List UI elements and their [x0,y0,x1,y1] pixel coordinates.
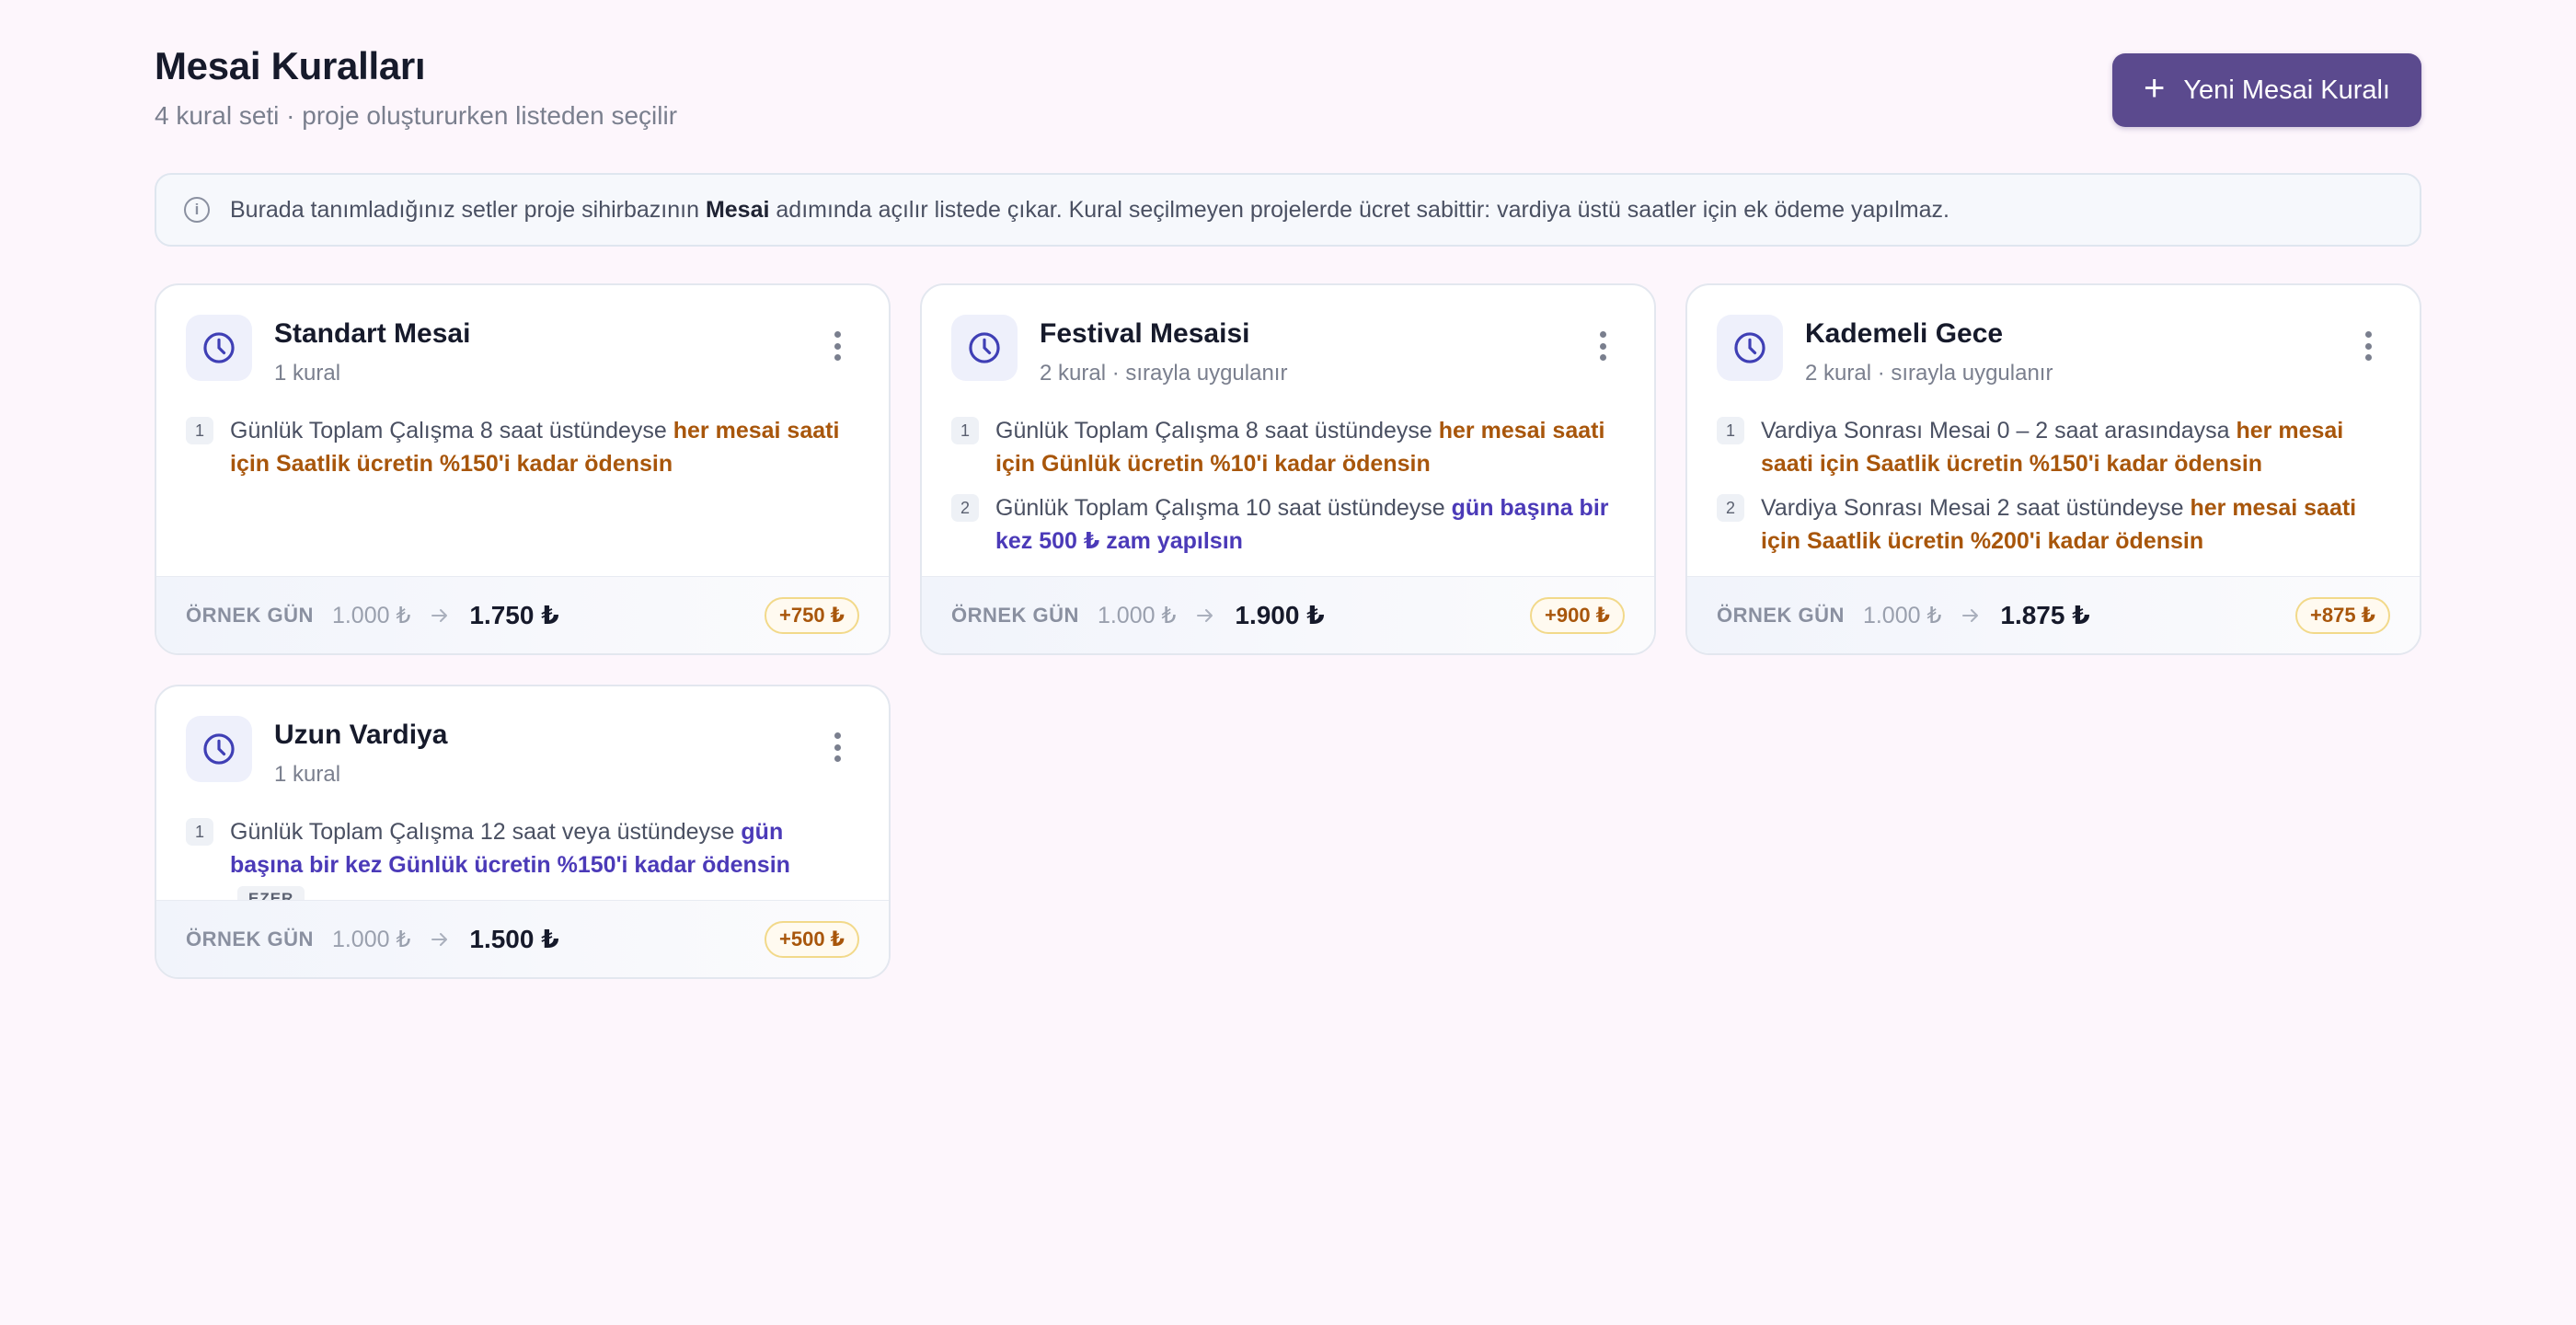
rule-number: 2 [951,494,979,522]
clock-icon [951,315,1018,381]
card-header: Kademeli Gece 2 kural · sırayla uygulanı… [1687,285,2420,414]
card-title: Standart Mesai [274,318,471,349]
example-day-footer: ÖRNEK GÜN 1.000 ₺ 1.875 ₺ +875 ₺ [1687,576,2420,653]
info-icon: i [184,197,210,223]
card-title: Kademeli Gece [1805,318,2004,349]
example-day-footer: ÖRNEK GÜN 1.000 ₺ 1.900 ₺ +900 ₺ [922,576,1654,653]
extra-amount-badge: +900 ₺ [1530,596,1625,634]
rule-set-card-uzun-vardiya[interactable]: Uzun Vardiya 1 kural 1 Günlük Toplam Çal… [155,685,891,979]
rule-number: 1 [186,417,213,444]
example-day-footer: ÖRNEK GÜN 1.000 ₺ 1.500 ₺ +500 ₺ [156,900,889,977]
extra-amount-badge: +875 ₺ [2295,596,2390,634]
rule-item: 1 Vardiya Sonrası Mesai 0 – 2 saat arası… [1717,414,2390,480]
rule-number: 2 [1717,494,1744,522]
rule-condition: Vardiya Sonrası Mesai 2 saat üstündeyse [1761,495,2191,521]
rule-set-card-festival-mesaisi[interactable]: Festival Mesaisi 2 kural · sırayla uygul… [920,283,1656,655]
page: Mesai Kuralları 4 kural seti · proje olu… [155,0,2421,979]
example-base-amount: 1.000 ₺ [331,926,411,952]
card-title: Festival Mesaisi [1040,318,1250,349]
rule-number: 1 [951,417,979,444]
page-subtitle: 4 kural seti · proje oluştururken listed… [155,101,678,130]
rule-number: 1 [1717,417,1744,444]
arrow-right-icon [429,928,451,951]
rule-list: 1 Günlük Toplam Çalışma 8 saat üstündeys… [922,414,1654,558]
card-meta: 2 kural · sırayla uygulanır [1805,361,2053,386]
rule-item: 1 Günlük Toplam Çalışma 8 saat üstündeys… [951,414,1625,480]
rule-list: 1 Vardiya Sonrası Mesai 0 – 2 saat arası… [1687,414,2420,558]
extra-amount-badge: +500 ₺ [765,920,859,958]
extra-amount-badge: +750 ₺ [765,596,859,634]
card-header: Uzun Vardiya 1 kural [156,686,889,815]
rule-set-card-kademeli-gece[interactable]: Kademeli Gece 2 kural · sırayla uygulanı… [1685,283,2421,655]
page-header: Mesai Kuralları 4 kural seti · proje olu… [155,0,2421,156]
card-meta: 2 kural · sırayla uygulanır [1040,361,1288,386]
rule-item: 2 Günlük Toplam Çalışma 10 saat üstündey… [951,491,1625,558]
example-base-amount: 1.000 ₺ [1097,602,1177,628]
example-base-amount: 1.000 ₺ [331,602,411,628]
clock-icon [186,315,252,381]
new-overtime-rule-button[interactable]: + Yeni Mesai Kuralı [2112,53,2421,127]
example-total-amount: 1.500 ₺ [469,925,559,953]
rule-item: 2 Vardiya Sonrası Mesai 2 saat üstündeys… [1717,491,2390,558]
info-text-bold: Mesai [705,196,770,223]
rule-set-card-standart-mesai[interactable]: Standart Mesai 1 kural 1 Günlük Toplam Ç… [155,283,891,655]
card-title: Uzun Vardiya [274,720,448,750]
example-day-label: ÖRNEK GÜN [1717,603,1845,627]
more-vertical-icon[interactable] [826,729,848,766]
more-vertical-icon[interactable] [826,328,848,364]
example-base-amount: 1.000 ₺ [1862,602,1942,628]
card-meta: 1 kural [274,762,341,787]
rule-number: 1 [186,818,213,846]
card-header: Festival Mesaisi 2 kural · sırayla uygul… [922,285,1654,414]
example-total-amount: 1.875 ₺ [2000,601,2090,629]
more-vertical-icon[interactable] [1592,328,1614,364]
rule-item: 1 Günlük Toplam Çalışma 8 saat üstündeys… [186,414,859,480]
rule-condition: Günlük Toplam Çalışma 12 saat veya üstün… [230,819,742,845]
example-total-amount: 1.900 ₺ [1235,601,1325,629]
rule-condition: Günlük Toplam Çalışma 8 saat üstündeyse [995,418,1439,444]
info-banner: i Burada tanımladığınız setler proje sih… [155,173,2421,247]
info-text: Burada tanımladığınız setler proje sihir… [230,197,1949,224]
rule-condition: Günlük Toplam Çalışma 10 saat üstündeyse [995,495,1452,521]
example-total-amount: 1.750 ₺ [469,601,559,629]
page-title: Mesai Kuralları [155,44,426,87]
clock-icon [1717,315,1783,381]
rule-condition: Vardiya Sonrası Mesai 0 – 2 saat arasınd… [1761,418,2237,444]
clock-icon [186,716,252,782]
more-vertical-icon[interactable] [2357,328,2379,364]
info-text-after: adımında açılır listede çıkar. Kural seç… [769,196,1949,223]
arrow-right-icon [1960,605,1982,627]
new-overtime-rule-label: Yeni Mesai Kuralı [2183,75,2390,105]
example-day-label: ÖRNEK GÜN [186,927,314,951]
example-day-footer: ÖRNEK GÜN 1.000 ₺ 1.750 ₺ +750 ₺ [156,576,889,653]
info-text-before: Burada tanımladığınız setler proje sihir… [230,196,706,223]
rule-condition: Günlük Toplam Çalışma 8 saat üstündeyse [230,418,673,444]
example-day-label: ÖRNEK GÜN [951,603,1079,627]
rule-list: 1 Günlük Toplam Çalışma 8 saat üstündeys… [156,414,889,480]
card-meta: 1 kural [274,361,341,386]
arrow-right-icon [429,605,451,627]
card-header: Standart Mesai 1 kural [156,285,889,414]
example-day-label: ÖRNEK GÜN [186,603,314,627]
plus-icon: + [2144,68,2166,109]
arrow-right-icon [1194,605,1216,627]
